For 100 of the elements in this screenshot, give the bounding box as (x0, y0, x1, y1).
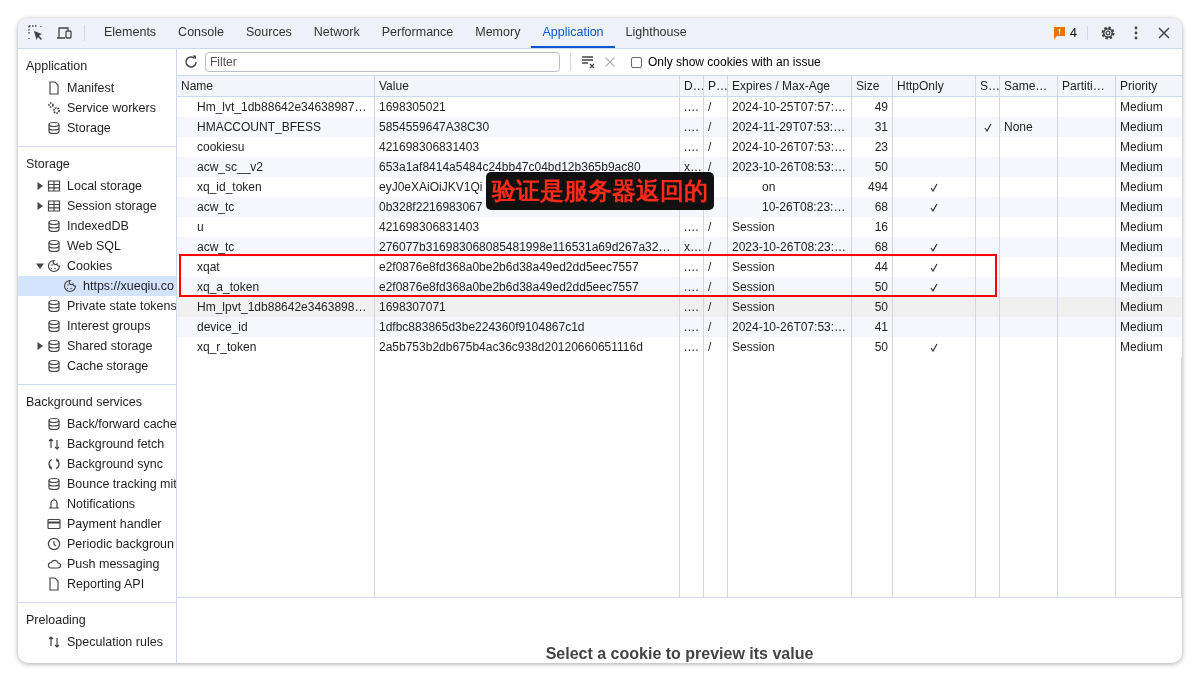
panel-tab[interactable]: Performance (370, 18, 465, 48)
table-cell: Medium (1120, 260, 1163, 274)
table-cell: .… (684, 340, 700, 354)
column-header[interactable]: P… (704, 76, 728, 96)
sidebar-item[interactable]: Storage (18, 118, 176, 138)
issue-filter-checkbox[interactable]: Only show cookies with an issue (631, 55, 821, 69)
preview-message: Select a cookie to preview its value (545, 645, 814, 663)
sidebar-item[interactable]: Payment handler (18, 514, 176, 534)
table-cell: .… (684, 100, 700, 114)
table-cell: Hm_lvt_1db88642e34638987… (197, 100, 367, 114)
column-header[interactable]: Expires / Max-Age (728, 76, 852, 96)
sidebar-item[interactable]: Reporting API (18, 574, 176, 594)
database-icon (47, 339, 61, 353)
sidebar-item[interactable]: Periodic backgroun (18, 534, 176, 554)
table-cell: 41 (874, 320, 888, 334)
table-cell: / (708, 280, 712, 294)
sidebar-item[interactable]: Session storage (18, 196, 176, 216)
sidebar-item[interactable]: Push messaging (18, 554, 176, 574)
expand-triangle-icon[interactable] (36, 262, 44, 270)
sidebar-item[interactable]: Manifest (18, 78, 176, 98)
table-cell: Session (732, 260, 775, 274)
file-icon (47, 81, 61, 95)
file-icon (47, 577, 61, 591)
panel-tab[interactable]: Application (531, 18, 615, 48)
sidebar-item[interactable]: Local storage (18, 176, 176, 196)
table-cell: .… (684, 260, 700, 274)
sidebar-item[interactable]: Service workers (18, 98, 176, 118)
clock-icon (47, 537, 61, 551)
column-header[interactable]: D… (680, 76, 704, 96)
collapse-triangle-icon[interactable] (36, 182, 44, 190)
sidebar-heading: Preloading (25, 612, 86, 629)
clear-filter-icon[interactable] (581, 54, 597, 70)
column-header[interactable]: S… (976, 76, 1000, 96)
panel-tab[interactable]: Sources (235, 18, 303, 48)
column-header[interactable]: Value (375, 76, 680, 96)
table-cell: .… (684, 120, 700, 134)
sidebar-item[interactable]: Speculation rules (18, 632, 176, 652)
column-header[interactable]: Name (177, 76, 375, 96)
table-cell: Medium (1120, 320, 1163, 334)
sidebar-item[interactable]: Web SQL (18, 236, 176, 256)
table-cell: / (708, 220, 712, 234)
cookie-icon (63, 279, 77, 293)
column-header[interactable]: HttpOnly (893, 76, 976, 96)
table-cell: acw_tc (197, 240, 235, 254)
table-cell: x… (684, 160, 702, 174)
close-icon[interactable] (1156, 25, 1172, 41)
column-header[interactable]: Size (852, 76, 893, 96)
panel-tab[interactable]: Console (167, 18, 235, 48)
sidebar-item[interactable]: Notifications (18, 494, 176, 514)
table-cell: None (1004, 120, 1033, 134)
table-cell: Medium (1120, 300, 1163, 314)
collapse-triangle-icon[interactable] (36, 202, 44, 210)
sidebar-item[interactable]: Private state tokens (18, 296, 176, 316)
table-cell: 653a1af8414a5484c24bb47c04bd12b365b9ac80 (379, 160, 641, 174)
device-toolbar-icon[interactable] (56, 25, 72, 41)
sidebar-item[interactable]: IndexedDB (18, 216, 176, 236)
sidebar-item[interactable]: Shared storage (18, 336, 176, 356)
table-cell: 31 (874, 120, 888, 134)
database-icon (47, 219, 61, 233)
table-cell: 50 (874, 160, 888, 174)
table-cell: xq_a_token (197, 280, 260, 294)
table-cell: / (708, 120, 712, 134)
sidebar-item[interactable]: Cache storage (18, 356, 176, 376)
table-cell: Medium (1120, 240, 1163, 254)
filter-field[interactable]: Filter (205, 52, 560, 72)
collapse-triangle-icon[interactable] (36, 342, 44, 350)
table-cell: on (762, 180, 776, 194)
sidebar-item[interactable]: Bounce tracking mit (18, 474, 176, 494)
table-cell: acw_tc (197, 200, 235, 214)
refresh-icon[interactable] (183, 54, 199, 70)
table-cell: HMACCOUNT_BFESS (197, 120, 321, 134)
sidebar-item[interactable]: Cookies (18, 256, 176, 276)
settings-icon[interactable] (1100, 25, 1116, 41)
column-header[interactable]: Same… (1000, 76, 1058, 96)
database-icon (47, 299, 61, 313)
panel-tab[interactable]: Memory (464, 18, 532, 48)
table-cell: 50 (874, 300, 888, 314)
table-cell: 421698306831403 (379, 220, 480, 234)
panel-tab[interactable]: Network (302, 18, 371, 48)
database-icon (47, 239, 61, 253)
issues-button[interactable]: 4 (1053, 26, 1088, 40)
table-cell: Medium (1120, 180, 1163, 194)
table-cell: xqat (197, 260, 220, 274)
sidebar-item[interactable]: Interest groups (18, 316, 176, 336)
sidebar-item[interactable]: Background sync (18, 454, 176, 474)
sidebar-heading: Background services (25, 394, 143, 411)
column-header[interactable]: Partiti… (1058, 76, 1116, 96)
table-cell: 2a5b753b2db675b4ac36c938d20120660651116d (379, 340, 643, 354)
table-cell: Medium (1120, 340, 1163, 354)
table-cell: Medium (1120, 280, 1163, 294)
column-header[interactable]: Priority (1116, 76, 1182, 96)
card-icon (47, 517, 61, 531)
inspect-icon[interactable] (28, 25, 44, 41)
panel-tab[interactable]: Elements (93, 18, 168, 48)
sidebar-item[interactable]: Back/forward cache (18, 414, 176, 434)
panel-tab[interactable]: Lighthouse (614, 18, 698, 48)
table-cell: device_id (197, 320, 248, 334)
table-cell: 10-26T08:23:… (762, 200, 846, 214)
sidebar-item[interactable]: Background fetch (18, 434, 176, 454)
sidebar-item[interactable]: https://xueqiu.co (18, 276, 176, 296)
